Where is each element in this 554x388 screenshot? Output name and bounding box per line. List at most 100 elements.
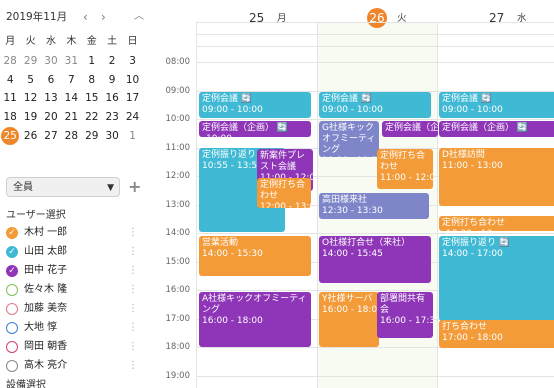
- header-divider: [196, 46, 554, 47]
- event-block[interactable]: G社様キックオフミーティング10:00 - 11:30: [319, 121, 379, 157]
- calendar-day[interactable]: 17: [122, 89, 142, 108]
- calendar-day[interactable]: 20: [41, 108, 61, 127]
- user-item[interactable]: 佐々木 隆 ⋮: [6, 283, 138, 299]
- event-block[interactable]: 部署間共有会 16:00 - 17:3: [377, 292, 433, 338]
- more-options-icon[interactable]: ⋮: [128, 283, 138, 297]
- calendar-day[interactable]: 19: [20, 108, 40, 127]
- more-options-icon[interactable]: ⋮: [128, 302, 138, 316]
- more-options-icon[interactable]: ⋮: [128, 340, 138, 354]
- calendar-day[interactable]: 1: [122, 127, 142, 146]
- day-header[interactable]: 26 火: [317, 0, 437, 34]
- event-block[interactable]: O社様打合せ（来社） 14:00 - 15:45: [319, 236, 431, 283]
- collapse-calendar-button[interactable]: ︿: [134, 9, 144, 25]
- prev-month-button[interactable]: ‹: [83, 9, 88, 25]
- calendar-day[interactable]: 21: [61, 108, 81, 127]
- add-filter-button[interactable]: +: [128, 177, 141, 197]
- user-checkbox[interactable]: [6, 322, 18, 334]
- user-item[interactable]: 大地 惇 ⋮: [6, 321, 138, 337]
- user-checkbox[interactable]: ✓: [6, 227, 18, 239]
- calendar-day[interactable]: 11: [0, 89, 20, 108]
- day-column-divider: [437, 22, 438, 388]
- calendar-day[interactable]: 22: [82, 108, 102, 127]
- sidebar: 2019年11月 ‹ › ︿ 月火水木金土日 28 29 30 31 1 2 3 4 5 6 7 8 9 1…: [0, 0, 152, 388]
- user-checkbox[interactable]: [6, 284, 18, 296]
- calendar-day-number: 28: [3, 54, 17, 67]
- event-block[interactable]: 定例会議 🔄 09:00 - 10:00: [319, 92, 431, 118]
- event-block[interactable]: 定例打ち合わせ13:20 - 13: [439, 216, 554, 231]
- user-item[interactable]: 岡田 朝香 ⋮: [6, 340, 138, 356]
- user-checkbox[interactable]: [6, 360, 18, 372]
- calendar-day[interactable]: 8: [82, 71, 102, 90]
- event-block[interactable]: D社様訪問 11:00 - 13:00: [439, 148, 554, 206]
- calendar-day[interactable]: 5: [20, 71, 40, 90]
- next-month-button[interactable]: ›: [101, 9, 106, 25]
- calendar-day[interactable]: 15: [82, 89, 102, 108]
- calendar-day-number: 7: [68, 73, 75, 86]
- more-options-icon[interactable]: ⋮: [128, 321, 138, 335]
- calendar-day-number: 1: [88, 54, 96, 67]
- event-block[interactable]: 打ち合わせ 17:00 - 18:00: [439, 320, 554, 348]
- user-checkbox[interactable]: [6, 341, 18, 353]
- calendar-day[interactable]: 26: [20, 127, 40, 146]
- user-filter-select[interactable]: 全員 ▼: [6, 177, 120, 197]
- calendar-day[interactable]: 4: [0, 71, 20, 90]
- user-item[interactable]: 高木 亮介 ⋮: [6, 359, 138, 375]
- user-item[interactable]: ✓ 田中 花子 ⋮: [6, 264, 138, 280]
- calendar-day[interactable]: 14: [61, 89, 81, 108]
- event-block[interactable]: 定例打ち合わせ11:00 - 12:00: [377, 149, 433, 189]
- event-block[interactable]: 定例会議 🔄 09:00 - 10:00: [199, 92, 311, 118]
- user-checkbox[interactable]: [6, 303, 18, 315]
- calendar-day[interactable]: 10: [122, 71, 142, 90]
- repeat-icon: 🔄: [496, 238, 511, 248]
- event-block[interactable]: 定例振り返り 🔄 14:00 - 17:00: [439, 236, 554, 321]
- calendar-day[interactable]: 13: [41, 89, 61, 108]
- event-block[interactable]: 定例会議（企画） 🔄: [439, 121, 554, 137]
- user-item[interactable]: ✓ 山田 太郎 ⋮: [6, 245, 138, 261]
- calendar-day-number: 17: [125, 92, 140, 105]
- user-checkbox[interactable]: ✓: [6, 246, 18, 258]
- calendar-day-today[interactable]: 25: [0, 126, 20, 146]
- calendar-day[interactable]: 9: [102, 71, 122, 90]
- chevron-down-icon: ▼: [107, 183, 114, 193]
- calendar-day[interactable]: 3: [122, 52, 142, 71]
- calendar-day[interactable]: 24: [122, 108, 142, 127]
- more-options-icon[interactable]: ⋮: [128, 245, 138, 259]
- time-label: 13:00: [165, 199, 191, 210]
- event-block[interactable]: Y社様サーバ 16:00 - 18:00: [319, 292, 379, 347]
- calendar-day[interactable]: 29: [20, 52, 40, 71]
- event-block[interactable]: 高田様来社 12:30 - 13:30: [319, 193, 429, 219]
- event-block[interactable]: 定例会議（企: [382, 121, 438, 137]
- event-block[interactable]: 定例打ち合わせ12:00 - 13:00: [257, 178, 311, 208]
- event-block[interactable]: 定例会議（企画） 🔄10:00: [199, 121, 311, 137]
- calendar-day[interactable]: 29: [82, 127, 102, 146]
- calendar-day-number: 2: [108, 54, 116, 67]
- calendar-day[interactable]: 7: [61, 71, 81, 90]
- user-item[interactable]: ✓ 木村 一郎 ⋮: [6, 226, 138, 242]
- more-options-icon[interactable]: ⋮: [128, 359, 138, 373]
- more-options-icon[interactable]: ⋮: [128, 226, 138, 240]
- event-block[interactable]: A社様キックオフミーティング 16:00 - 18:00: [199, 292, 311, 347]
- day-header[interactable]: 27 水: [437, 0, 554, 34]
- event-block[interactable]: 定例会議 🔄 09:00 - 10:00: [439, 92, 554, 118]
- user-name: 佐々木 隆: [24, 284, 68, 295]
- calendar-day[interactable]: 18: [0, 108, 20, 127]
- event-time: 10:00 - 11:30: [322, 156, 379, 157]
- calendar-day[interactable]: 27: [41, 127, 61, 146]
- user-checkbox[interactable]: ✓: [6, 265, 18, 277]
- calendar-day[interactable]: 16: [102, 89, 122, 108]
- calendar-day[interactable]: 30: [41, 52, 61, 71]
- calendar-day[interactable]: 12: [20, 89, 40, 108]
- calendar-day[interactable]: 2: [102, 52, 122, 71]
- calendar-day[interactable]: 6: [41, 71, 61, 90]
- calendar-day[interactable]: 31: [61, 52, 81, 71]
- calendar-day[interactable]: 28: [0, 52, 20, 71]
- time-label: 14:00: [165, 228, 191, 238]
- day-header[interactable]: 25 月: [197, 0, 317, 34]
- calendar-day[interactable]: 28: [61, 127, 81, 146]
- more-options-icon[interactable]: ⋮: [128, 264, 138, 278]
- calendar-day[interactable]: 1: [82, 52, 102, 71]
- event-block[interactable]: 営業活動 14:00 - 15:30: [199, 236, 311, 276]
- calendar-day[interactable]: 30: [102, 127, 122, 146]
- user-item[interactable]: 加藤 美奈 ⋮: [6, 302, 138, 318]
- calendar-day[interactable]: 23: [102, 108, 122, 127]
